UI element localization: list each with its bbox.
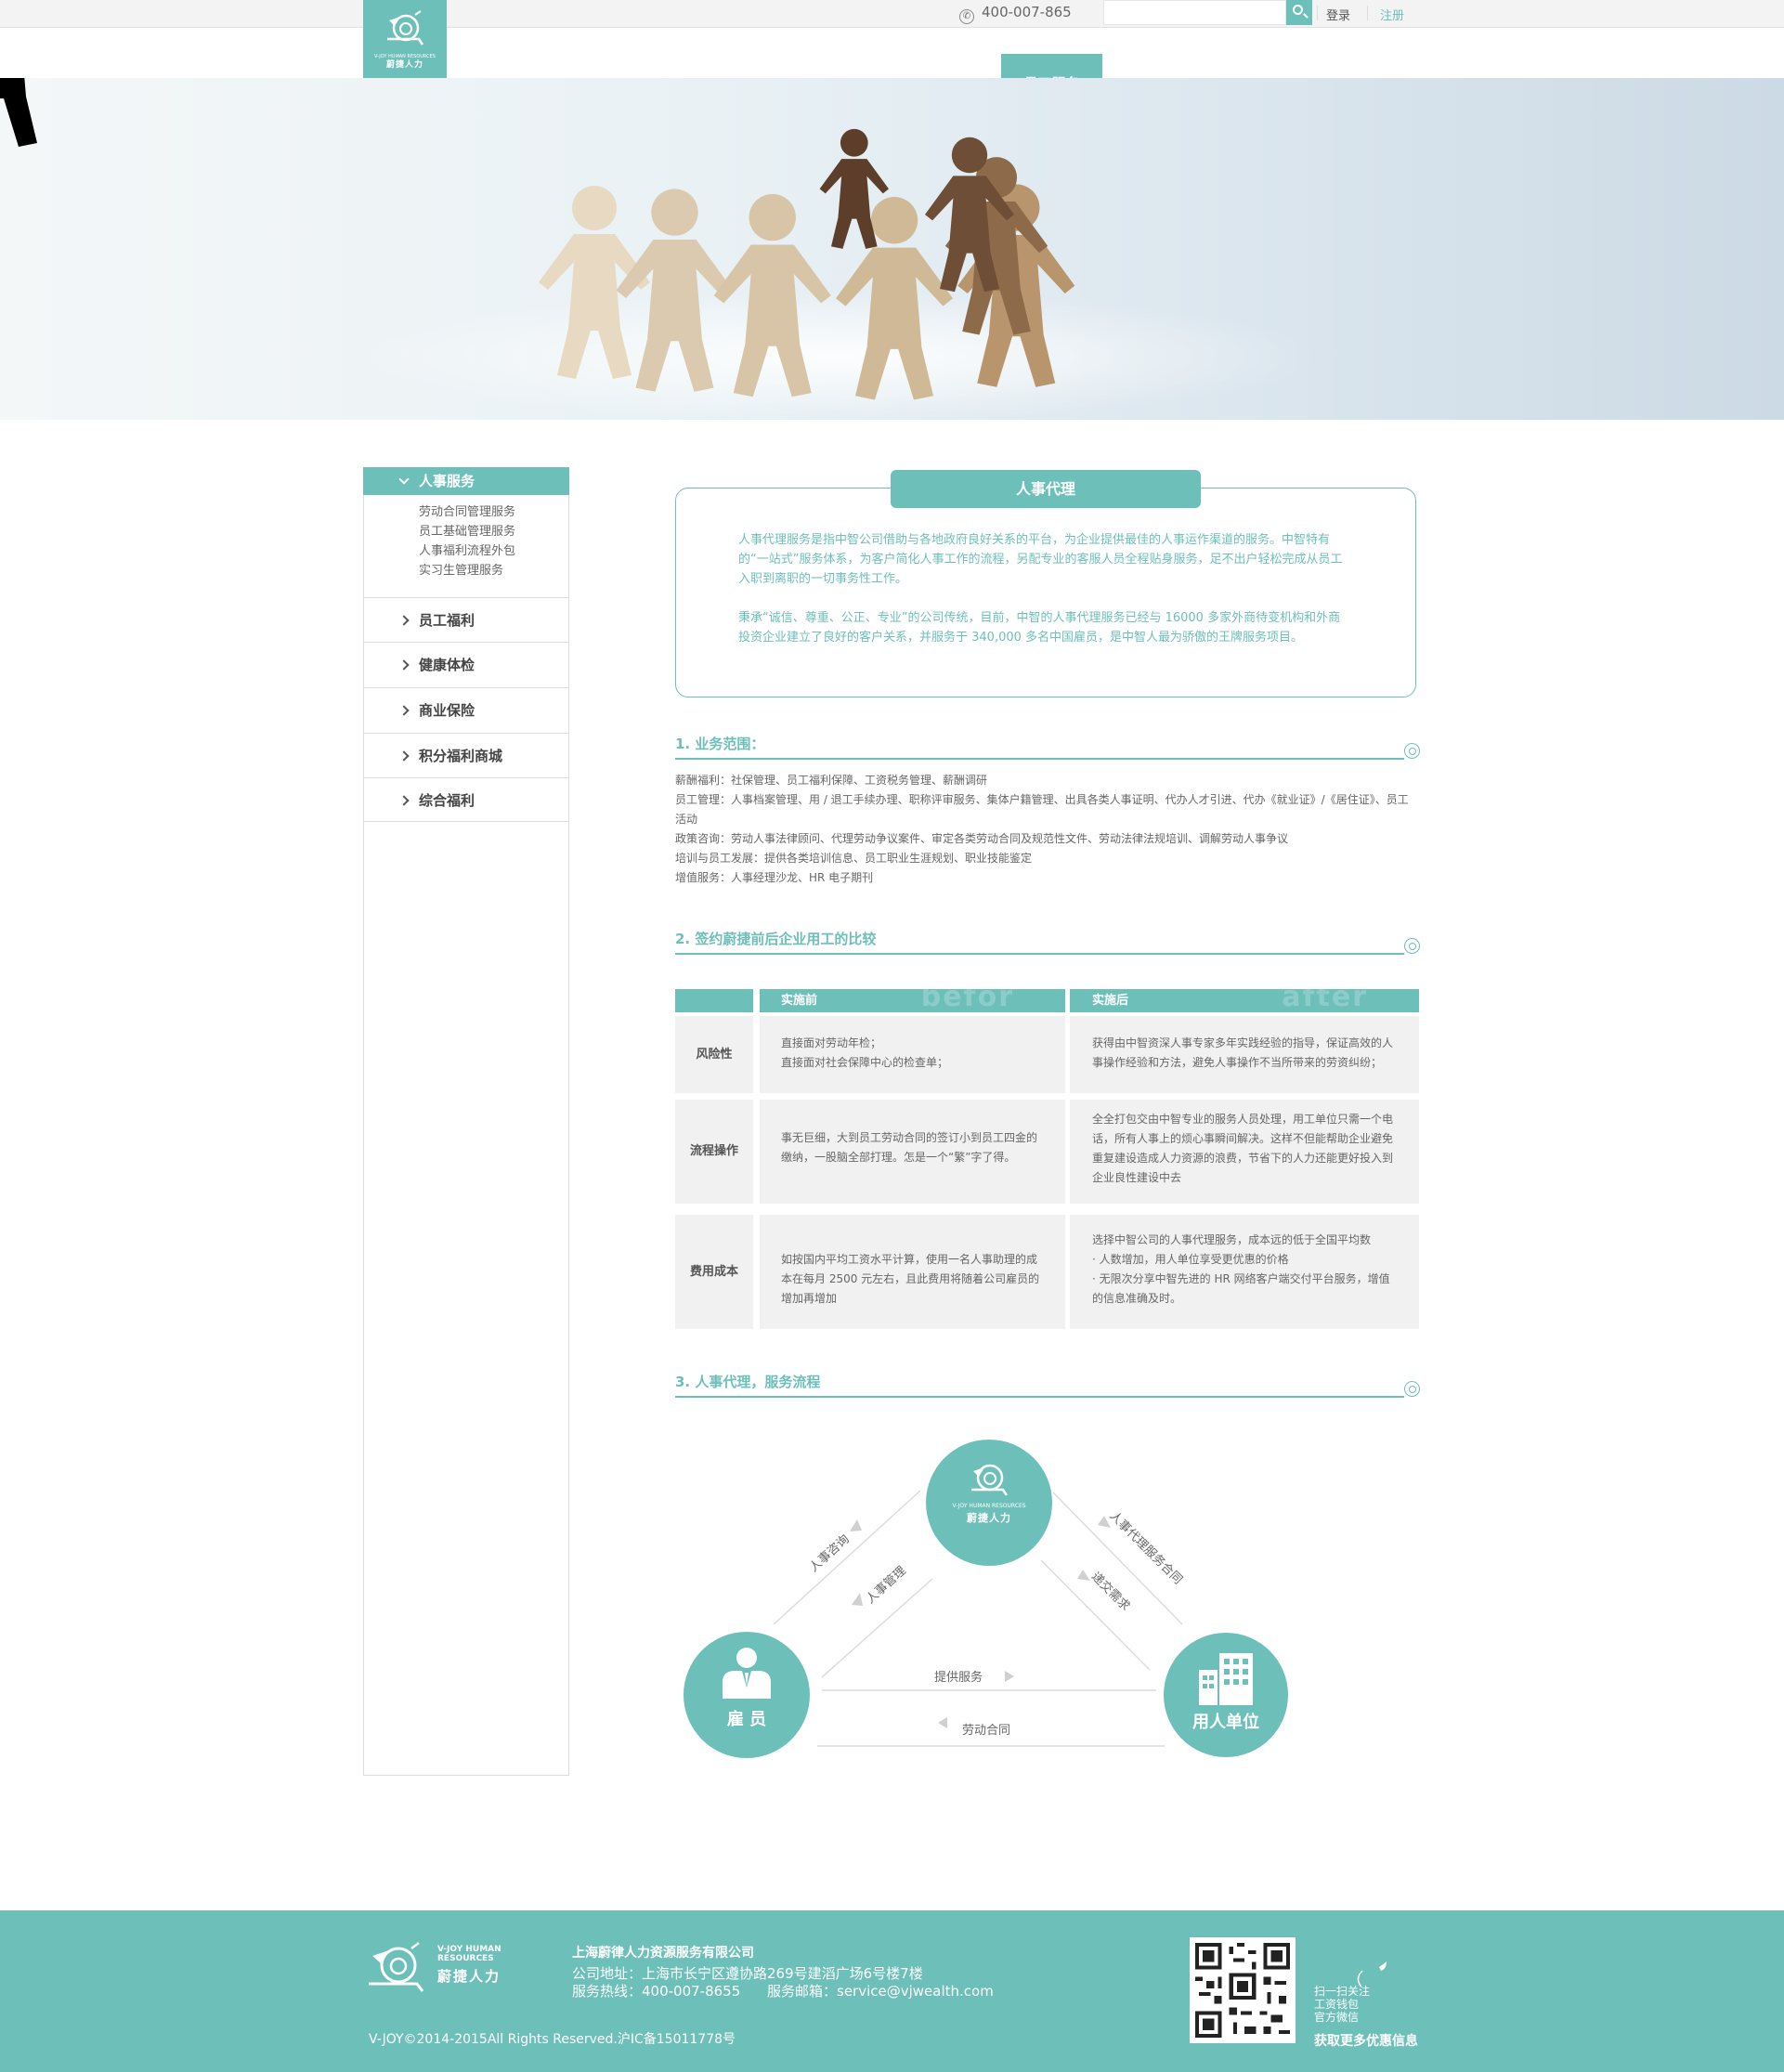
logo-bird-icon	[971, 1464, 1009, 1496]
page: ✆ 400-007-865 登录 注册 V-JOY HUMAN RESOURCES…	[0, 0, 1784, 2072]
footer: V-JOY HUMAN RESOURCES 蔚捷人力 上海蔚律人力资源服务有限公…	[0, 1910, 1784, 2072]
leaf-icon	[1357, 1961, 1387, 1987]
center-node-vjoy: V-JOY HUMAN RESOURCES 蔚捷人力	[926, 1440, 1052, 1566]
logo-bird-icon	[369, 1942, 424, 1992]
wechat-qr-code	[1190, 1937, 1296, 2043]
building-icon	[1199, 1653, 1253, 1705]
footer-address: 公司地址：上海市长宁区遵协路269号建滔广场6号楼7楼	[572, 1965, 923, 1982]
footer-hotline: 服务热线：400-007-8655	[572, 1983, 741, 2000]
logo-bird-icon	[387, 10, 424, 46]
footer-email: 服务邮箱：service@vjwealth.com	[767, 1983, 994, 2000]
employer-node: 用人单位	[1164, 1633, 1288, 1757]
employee-icon	[723, 1648, 771, 1699]
center-node-cn: 蔚捷人力	[967, 1512, 1011, 1524]
arrow-icon	[1005, 1671, 1014, 1682]
process-diagram-lines	[773, 1490, 1183, 1747]
logo[interactable]: V-JOY HUMAN RESOURCES 蔚捷人力	[363, 0, 447, 78]
footer-logo	[363, 1941, 439, 2000]
footer-more-offers[interactable]: 获取更多优惠信息	[1314, 2031, 1418, 2050]
qr-code-icon	[1195, 1943, 1290, 2038]
footer-company: 上海蔚律人力资源服务有限公司	[572, 1946, 754, 1961]
footer-logo-en: V-JOY HUMAN RESOURCES	[437, 1945, 501, 1963]
footer-copyright: V-JOY©2014-2015All Rights Reserved.沪IC备1…	[369, 2032, 736, 2047]
label-provide-service: 提供服务	[934, 1671, 983, 1685]
arrow-icon	[850, 1519, 862, 1531]
footer-scan-text: 官方微信	[1314, 2011, 1360, 2024]
center-node-en: V-JOY HUMAN RESOURCES	[952, 1503, 1026, 1509]
label-labor-contract: 劳动合同	[962, 1724, 1011, 1738]
employee-node: 雇 员	[684, 1632, 810, 1758]
employee-node-label: 雇 员	[726, 1710, 767, 1729]
employer-node-label: 用人单位	[1192, 1713, 1259, 1732]
footer-logo-cn: 蔚捷人力	[437, 1968, 501, 1985]
arrow-icon	[938, 1717, 947, 1728]
arrow-icon	[852, 1593, 863, 1606]
